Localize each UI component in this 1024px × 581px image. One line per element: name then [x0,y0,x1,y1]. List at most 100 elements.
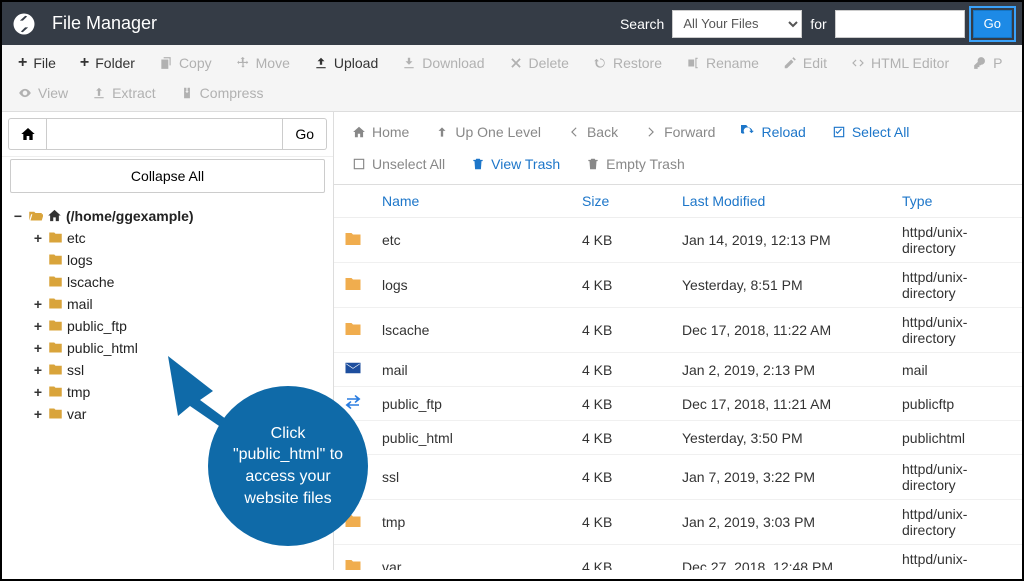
sidebar-path-input[interactable] [46,118,283,150]
expand-icon[interactable]: + [32,296,44,312]
file-name: etc [372,218,572,263]
folder-icon [48,252,63,268]
file-name: public_html [372,421,572,455]
folder-icon [48,230,63,246]
table-row[interactable]: public_ftp4 KBDec 17, 2018, 11:21 AMpubl… [334,387,1022,421]
file-modified: Jan 2, 2019, 2:13 PM [672,353,892,387]
sidebar: Go Collapse All − (/home/ggexample) +etc… [2,112,334,570]
view-button: View [8,79,78,107]
table-row[interactable]: lscache4 KBDec 17, 2018, 11:22 AMhttpd/u… [334,308,1022,353]
folder-button[interactable]: +Folder [70,49,145,77]
tree-root[interactable]: − (/home/ggexample) [12,205,323,227]
file-table: Name Size Last Modified Type etc4 KBJan … [334,185,1022,570]
table-row[interactable]: var4 KBDec 27, 2018, 12:48 PMhttpd/unix-… [334,545,1022,571]
search-go-button[interactable]: Go [973,10,1012,38]
upload-button[interactable]: Upload [304,49,388,77]
file-modified: Jan 7, 2019, 3:22 PM [672,455,892,500]
download-icon [402,56,416,70]
delete-button: Delete [499,49,579,77]
file-modified: Dec 17, 2018, 11:22 AM [672,308,892,353]
expand-icon[interactable]: + [32,340,44,356]
folder-icon [48,384,63,400]
htmledit-icon [851,56,865,70]
file-modified: Jan 2, 2019, 3:03 PM [672,500,892,545]
file-type: httpd/unix-directory [892,263,1022,308]
file-list-toolbar: Home Up One Level Back Forward Reload Se… [334,112,1022,185]
file-size: 4 KB [572,218,672,263]
empty-trash-button[interactable]: Empty Trash [576,150,695,178]
col-name[interactable]: Name [372,185,572,218]
search-scope-select[interactable]: All Your Files [672,10,802,38]
nav-back-button[interactable]: Back [557,118,628,146]
col-type[interactable]: Type [892,185,1022,218]
plus-icon: + [18,56,27,70]
table-row[interactable]: public_html4 KBYesterday, 3:50 PMpublich… [334,421,1022,455]
unselect-all-button[interactable]: Unselect All [342,150,455,178]
compress-icon [180,86,194,100]
folder-icon [48,406,63,422]
folder-icon [334,455,372,500]
nav-forward-button[interactable]: Forward [634,118,725,146]
view-trash-button[interactable]: View Trash [461,150,570,178]
file-type: publicftp [892,387,1022,421]
expand-icon[interactable]: + [32,318,44,334]
copy-icon [159,56,173,70]
tree-item-mail[interactable]: +mail [32,293,323,315]
col-modified[interactable]: Last Modified [672,185,892,218]
file-modified: Yesterday, 8:51 PM [672,263,892,308]
select-all-button[interactable]: Select All [822,118,920,146]
file-size: 4 KB [572,421,672,455]
tree-item-ssl[interactable]: +ssl [32,359,323,381]
file-type: httpd/unix-directory [892,500,1022,545]
folder-icon [48,296,63,312]
file-name: mail [372,353,572,387]
file-size: 4 KB [572,263,672,308]
table-row[interactable]: tmp4 KBJan 2, 2019, 3:03 PMhttpd/unix-di… [334,500,1022,545]
file-size: 4 KB [572,387,672,421]
tree-item-var[interactable]: +var [32,403,323,425]
restore-button: Restore [583,49,672,77]
sidebar-go-button[interactable]: Go [283,118,327,150]
sidebar-home-button[interactable] [8,118,46,150]
copy-button: Copy [149,49,222,77]
table-row[interactable]: mail4 KBJan 2, 2019, 2:13 PMmail [334,353,1022,387]
upload-icon [314,56,328,70]
collapse-icon[interactable]: − [12,208,24,224]
nav-home-button[interactable]: Home [342,118,419,146]
tree-item-logs[interactable]: logs [32,249,323,271]
file-modified: Dec 17, 2018, 11:21 AM [672,387,892,421]
edit-icon [783,56,797,70]
cpanel-logo-icon [12,12,36,36]
file-name: logs [372,263,572,308]
eye-icon [18,86,32,100]
folder-icon [334,263,372,308]
expand-icon[interactable]: + [32,384,44,400]
key-icon [973,56,987,70]
htmleditor-button: HTML Editor [841,49,959,77]
tree-item-etc[interactable]: +etc [32,227,323,249]
extract-button: Extract [82,79,166,107]
file-size: 4 KB [572,545,672,571]
reload-button[interactable]: Reload [731,118,815,146]
file-size: 4 KB [572,455,672,500]
expand-icon[interactable]: + [32,230,44,246]
tree-item-public_ftp[interactable]: +public_ftp [32,315,323,337]
file-button[interactable]: +File [8,49,66,77]
tree-item-tmp[interactable]: +tmp [32,381,323,403]
tree-item-public_html[interactable]: +public_html [32,337,323,359]
folder-icon [48,318,63,334]
table-row[interactable]: etc4 KBJan 14, 2019, 12:13 PMhttpd/unix-… [334,218,1022,263]
file-type: mail [892,353,1022,387]
expand-icon[interactable]: + [32,406,44,422]
download-button: Download [392,49,494,77]
table-row[interactable]: ssl4 KBJan 7, 2019, 3:22 PMhttpd/unix-di… [334,455,1022,500]
tree-item-lscache[interactable]: lscache [32,271,323,293]
nav-up-button[interactable]: Up One Level [425,118,551,146]
expand-icon[interactable]: + [32,362,44,378]
folder-icon [334,218,372,263]
collapse-all-button[interactable]: Collapse All [10,159,325,193]
search-input[interactable] [835,10,965,38]
table-row[interactable]: logs4 KBYesterday, 8:51 PMhttpd/unix-dir… [334,263,1022,308]
col-size[interactable]: Size [572,185,672,218]
compress-button: Compress [170,79,274,107]
